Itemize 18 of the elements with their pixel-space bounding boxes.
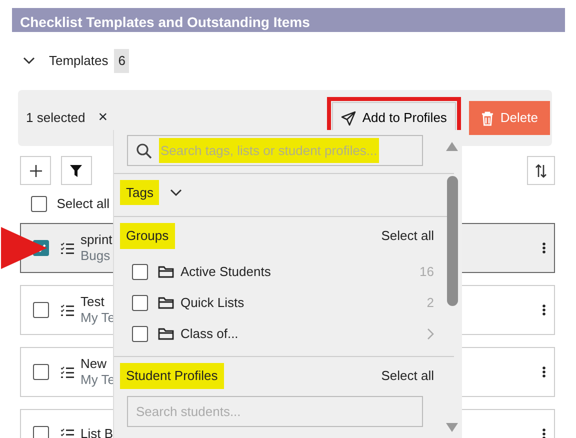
group-label: Active Students	[180, 263, 271, 281]
panel-title: Checklist Templates and Outstanding Items	[12, 8, 565, 32]
select-all-label: Select all	[56, 195, 110, 214]
template-title: Test	[80, 294, 106, 310]
template-subtitle: Bugs	[80, 248, 112, 264]
count-badge: 6	[114, 49, 130, 73]
selected-count: 1 selected	[26, 109, 86, 128]
section-heading: Groups	[120, 223, 175, 249]
member-count: 2	[426, 294, 434, 312]
template-title: New	[80, 356, 108, 372]
template-title: List B	[80, 426, 114, 438]
search-placeholder: Search tags, lists or student profiles...	[158, 138, 380, 164]
group-label: Class of...	[180, 325, 238, 343]
search-placeholder: Search students...	[136, 402, 241, 421]
section-heading: Student Profiles	[120, 363, 224, 388]
template-title: sprint	[80, 232, 112, 248]
member-count: 16	[420, 263, 434, 281]
group-label: Quick Lists	[180, 294, 244, 312]
